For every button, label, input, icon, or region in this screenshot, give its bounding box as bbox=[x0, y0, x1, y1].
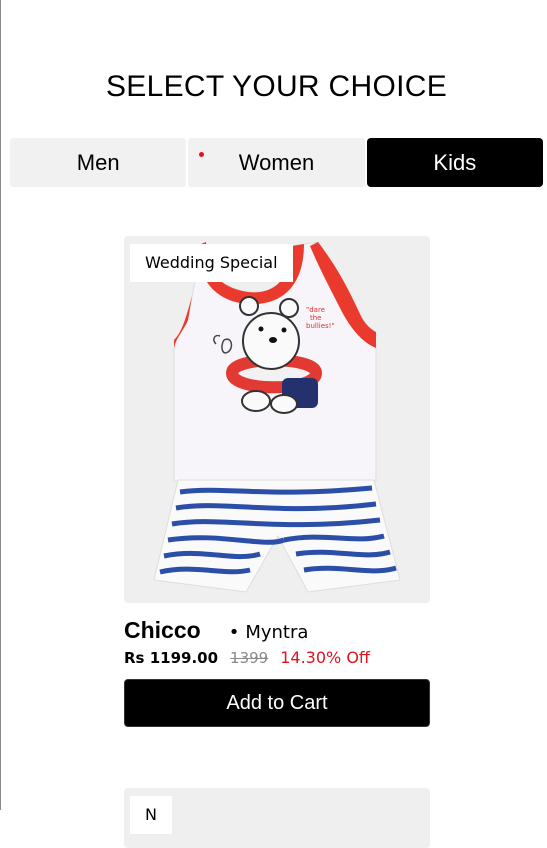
add-to-cart-button[interactable]: Add to Cart bbox=[124, 679, 430, 727]
product-price-row: Rs 1199.00 1399 14.30% Off bbox=[124, 648, 430, 667]
category-tabs: Men Women Kids bbox=[10, 138, 543, 187]
product-price: Rs 1199.00 bbox=[124, 649, 219, 667]
page-title: SELECT YOUR CHOICE bbox=[105, 70, 448, 104]
tab-kids[interactable]: Kids bbox=[366, 138, 543, 187]
page-left-border bbox=[0, 0, 1, 810]
product-card[interactable]: N bbox=[124, 788, 430, 848]
product-image-container[interactable]: "dare the bullies!" Wedding Special bbox=[124, 236, 430, 603]
product-badge: Wedding Special bbox=[130, 244, 293, 282]
product-card[interactable]: "dare the bullies!" Wedding Special Chic… bbox=[124, 236, 430, 727]
tab-label: Kids bbox=[433, 149, 477, 175]
tab-label: Women bbox=[238, 149, 315, 175]
product-image-container[interactable]: N bbox=[124, 788, 430, 848]
product-seller: Myntra bbox=[229, 622, 308, 643]
product-info: Chicco Myntra Rs 1199.00 1399 14.30% Off… bbox=[124, 617, 430, 727]
add-to-cart-label: Add to Cart bbox=[226, 691, 328, 714]
tab-label: Men bbox=[76, 149, 120, 175]
svg-text:bullies!": bullies!" bbox=[306, 322, 335, 330]
product-original-price: 1399 bbox=[230, 649, 269, 667]
tab-women[interactable]: Women bbox=[188, 138, 365, 187]
product-badge: N bbox=[130, 796, 172, 834]
notification-dot bbox=[199, 152, 205, 157]
product-discount: 14.30% Off bbox=[280, 648, 370, 667]
svg-text:"dare: "dare bbox=[306, 306, 325, 314]
tab-men[interactable]: Men bbox=[10, 138, 187, 187]
svg-text:the: the bbox=[310, 314, 322, 322]
product-name-row: Chicco Myntra bbox=[124, 617, 430, 644]
product-brand[interactable]: Chicco bbox=[124, 617, 201, 644]
kids-tank-top-and-striped-shorts-image: "dare the bullies!" bbox=[153, 241, 401, 593]
